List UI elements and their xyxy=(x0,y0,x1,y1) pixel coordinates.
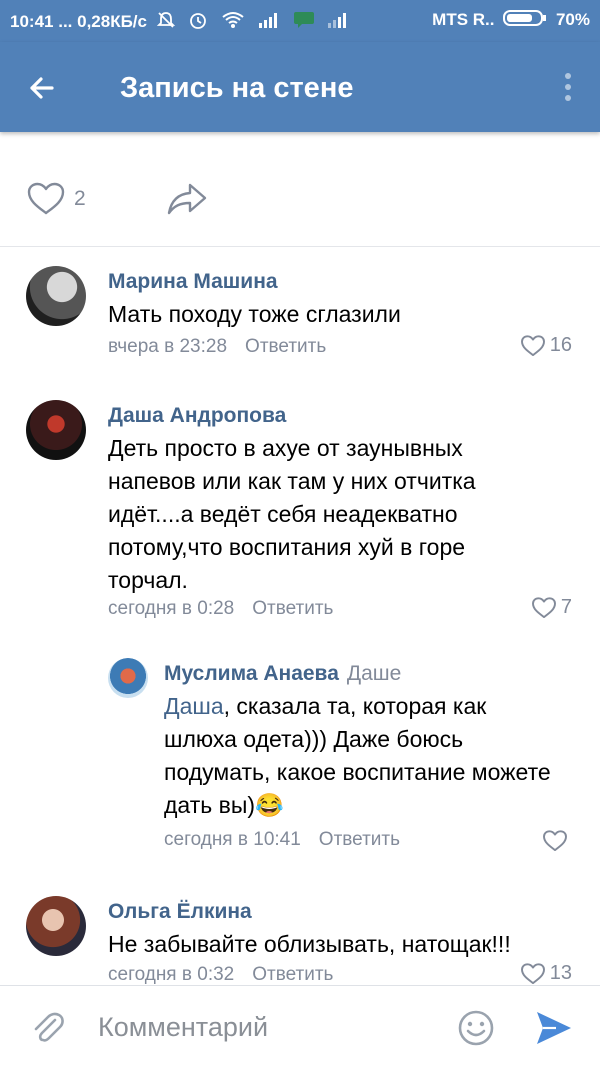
share-arrow-icon xyxy=(166,183,208,220)
paperclip-icon xyxy=(28,1012,68,1052)
comment-input[interactable] xyxy=(96,1006,440,1048)
comment-text: Деть просто в ахуе от заунывных напевов … xyxy=(108,435,476,593)
arrow-left-icon xyxy=(22,77,70,116)
comment-meta: сегодня в 0:32 Ответить xyxy=(108,964,333,985)
post-actions: 2 xyxy=(0,132,600,247)
back-button[interactable] xyxy=(22,64,70,112)
send-icon xyxy=(534,1012,574,1052)
send-button[interactable] xyxy=(534,1008,574,1048)
comment-item: Ольга Ёлкина Не забывайте облизывать, на… xyxy=(0,874,600,985)
comment-like-count: 16 xyxy=(549,334,572,357)
heart-outline-icon xyxy=(520,335,545,356)
like-button[interactable]: 2 xyxy=(26,182,86,216)
comment-like-count: 7 xyxy=(560,596,572,619)
status-bar: 10:41 ... 0,28КБ/с MTS R.. 70% xyxy=(0,0,600,42)
like-count: 2 xyxy=(74,187,86,210)
more-vertical-icon xyxy=(554,73,582,108)
heart-outline-icon xyxy=(26,182,66,220)
comment-like-button[interactable]: 7 xyxy=(531,596,572,622)
comment-like-button[interactable]: 16 xyxy=(520,334,572,360)
mention-link[interactable]: Даша xyxy=(164,693,224,719)
wifi-icon xyxy=(221,11,245,34)
status-right: MTS R.. 70% xyxy=(432,10,590,31)
reply-to[interactable]: Даше xyxy=(347,662,401,685)
reply-button[interactable]: Ответить xyxy=(245,336,326,357)
battery-icon xyxy=(503,10,547,31)
reply-button[interactable]: Ответить xyxy=(252,964,333,985)
avatar[interactable] xyxy=(26,896,86,956)
comment-meta: вчера в 23:28 Ответить xyxy=(108,336,326,358)
app-bar: Запись на стене xyxy=(0,42,600,132)
signal-2-icon xyxy=(327,12,349,33)
comment-reply-item: Муслима Анаева Даше Даша, сказала та, кот… xyxy=(0,634,600,884)
avatar[interactable] xyxy=(108,658,148,698)
comment-like-count: 13 xyxy=(549,962,572,985)
status-speed: 0,28КБ/с xyxy=(77,11,147,31)
alarm-icon xyxy=(188,10,208,35)
heart-outline-icon xyxy=(520,963,545,984)
comment-author[interactable]: Марина Машина xyxy=(108,270,278,294)
comment-text: Мать походу тоже сглазили xyxy=(108,301,401,327)
comment-time: сегодня в 10:41 xyxy=(164,829,301,850)
comment-item: Даша Андропова Деть просто в ахуе от зау… xyxy=(0,376,600,634)
more-menu-button[interactable] xyxy=(554,70,582,104)
comment-composer xyxy=(0,985,600,1066)
comment-text: Даша, сказала та, которая как шлюха одет… xyxy=(164,690,564,822)
status-carrier: MTS R.. xyxy=(432,10,495,29)
heart-outline-icon xyxy=(531,597,556,618)
comment-time: вчера в 23:28 xyxy=(108,336,228,357)
comment-time: сегодня в 0:28 xyxy=(108,598,235,619)
avatar[interactable] xyxy=(26,400,86,460)
page-title: Запись на стене xyxy=(120,72,354,104)
comment-author[interactable]: Даша Андропова xyxy=(108,404,286,428)
comment-author-name[interactable]: Муслима Анаева xyxy=(164,662,339,685)
status-battery: 70% xyxy=(555,10,590,29)
reply-button[interactable]: Ответить xyxy=(252,598,333,619)
sms-icon xyxy=(293,11,315,34)
comment-like-button[interactable]: 13 xyxy=(520,962,572,985)
emoji-button[interactable] xyxy=(456,1008,496,1048)
comment-author[interactable]: Ольга Ёлкина xyxy=(108,900,252,924)
smiley-icon xyxy=(456,1010,496,1052)
reply-button[interactable]: Ответить xyxy=(319,829,400,850)
comment-time: сегодня в 0:32 xyxy=(108,964,235,985)
attach-button[interactable] xyxy=(28,1008,68,1048)
status-left: 10:41 ... 0,28КБ/с xyxy=(10,10,353,35)
share-button[interactable] xyxy=(166,182,208,216)
comment-like-button[interactable] xyxy=(542,829,572,855)
comment-meta: сегодня в 0:28 Ответить xyxy=(108,598,333,620)
comment-item: Марина Машина Мать походу тоже сглазили … xyxy=(0,246,600,376)
laughing-emoji-icon: 😂 xyxy=(255,792,284,818)
comment-meta: сегодня в 10:41 Ответить xyxy=(164,829,400,851)
status-time: 10:41 xyxy=(10,11,54,31)
avatar[interactable] xyxy=(26,266,86,326)
comment-text: Не забывайте облизывать, натощак!!! xyxy=(108,931,511,957)
signal-icon xyxy=(258,12,280,33)
heart-outline-icon xyxy=(543,830,567,851)
comment-author: Муслима Анаева Даше xyxy=(164,662,401,686)
status-dots: ... xyxy=(58,11,73,31)
notifications-off-icon xyxy=(156,10,176,35)
